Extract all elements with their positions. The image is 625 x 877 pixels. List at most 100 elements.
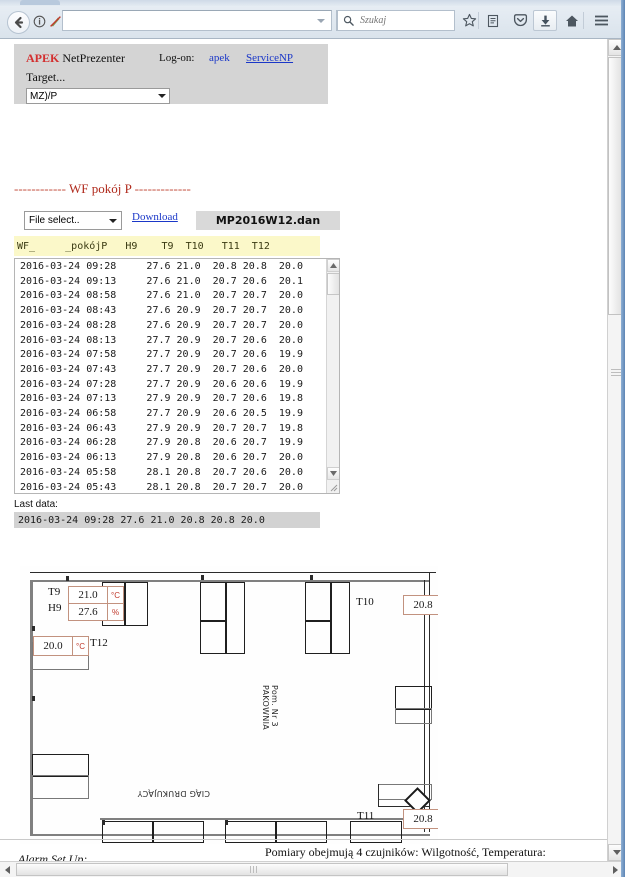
sensor-label-h9: H9 <box>48 602 62 614</box>
file-select-value: File select.. <box>29 215 80 226</box>
sensor-row-h9: 27.6 % <box>69 603 123 620</box>
browser-toolbar <box>0 0 625 39</box>
brand-product: NetPrezenter <box>59 51 125 65</box>
sensor-readout-t12[interactable]: 20.0 °C <box>33 636 89 656</box>
plan-tick <box>201 575 204 580</box>
scroll-down-button[interactable] <box>327 467 339 480</box>
chevron-down-icon <box>158 94 166 98</box>
menu-button[interactable] <box>589 10 613 31</box>
logon-label: Log-on: <box>159 52 195 64</box>
back-arrow-icon <box>14 16 24 29</box>
heading-dashes-left: ------------ <box>14 181 69 196</box>
plan-object <box>395 686 432 710</box>
brand-apek: APEK <box>26 51 60 65</box>
caret-up-icon <box>330 263 337 268</box>
search-bar[interactable] <box>337 10 455 31</box>
plan-object <box>395 708 432 724</box>
sensor-value-t9: 21.0 <box>78 589 98 601</box>
reader-view-button[interactable] <box>481 10 505 31</box>
sensor-unit-t9: °C <box>107 587 123 603</box>
brand: APEK NetPrezenter <box>26 51 125 66</box>
sensor-label-t10: T10 <box>356 596 374 608</box>
back-button[interactable] <box>7 11 30 34</box>
tracking-protection-disabled-icon[interactable] <box>49 15 62 28</box>
caret-down-icon <box>612 850 621 855</box>
scroll-up-button[interactable] <box>327 259 339 272</box>
plan-tick <box>32 626 35 631</box>
plan-object <box>305 620 332 654</box>
sensor-label-t9: T9 <box>48 586 61 598</box>
caret-left-icon <box>5 865 10 874</box>
plan-object <box>200 582 227 622</box>
search-icon <box>343 15 354 26</box>
data-table-rows: 2016-03-24 09:28 27.6 21.0 20.8 20.8 20.… <box>20 261 303 493</box>
plan-object <box>32 775 89 799</box>
browser-tab[interactable] <box>20 0 60 5</box>
corridor-label: CIĄG DRUKUJĄCY <box>137 789 210 798</box>
sensor-unit-t12: °C <box>72 637 88 655</box>
target-select-value: MZ)/P <box>30 90 58 102</box>
sensor-value-t12: 20.0 <box>43 640 63 652</box>
home-button[interactable] <box>560 10 584 31</box>
plan-wall-top-outer <box>30 572 436 573</box>
download-link[interactable]: Download <box>132 211 178 223</box>
sensor-value-t10: 20.8 <box>413 599 433 611</box>
page-hscroll-thumb[interactable] <box>16 863 508 876</box>
plan-tick <box>310 575 313 580</box>
plan-tick <box>66 576 69 581</box>
heading-title: WF pokój P <box>68 181 132 196</box>
last-data-label: Last data: <box>14 499 58 510</box>
description-line-1: Pomiary obejmują 4 czujników: Wilgotność… <box>265 845 546 859</box>
url-bar[interactable] <box>62 10 332 31</box>
last-data-value: 2016-03-24 09:28 27.6 21.0 20.8 20.8 20.… <box>14 512 320 528</box>
data-table-scrollbar[interactable] <box>326 259 339 493</box>
page-horizontal-scrollbar[interactable] <box>0 861 625 877</box>
toolbar-separator-2 <box>583 12 584 29</box>
page-scroll-left-button[interactable] <box>0 862 15 877</box>
resize-grip-icon[interactable] <box>328 482 338 492</box>
toolbar-separator <box>478 12 479 29</box>
scroll-thumb[interactable] <box>327 273 339 295</box>
page-content: APEK NetPrezenter Log-on: apek ServiceNP… <box>0 39 607 877</box>
plan-object <box>330 582 350 654</box>
chevron-down-icon <box>109 218 117 223</box>
table-header: WF_ _pokójP H9 T9 T10 T11 T12 <box>14 236 320 256</box>
service-np-link[interactable]: ServiceNP <box>246 52 293 64</box>
target-select[interactable]: MZ)/P <box>26 88 170 104</box>
plan-object <box>200 620 227 654</box>
page-info-icon[interactable] <box>33 15 46 28</box>
sensor-readout-t10[interactable]: 20.8 °C <box>403 595 438 615</box>
file-select[interactable]: File select.. <box>24 211 122 230</box>
downloads-icon <box>540 15 550 27</box>
plan-tick <box>32 696 35 701</box>
tab-strip-edge <box>0 0 625 6</box>
section-heading: ------------ WF pokój P ------------- <box>14 181 334 197</box>
url-history-dropdown-icon[interactable] <box>317 18 325 23</box>
data-table-frame: 2016-03-24 09:28 27.6 21.0 20.8 20.8 20.… <box>14 258 340 494</box>
room-label-line2: PAKOWNIA <box>261 685 270 731</box>
identity-box[interactable] <box>33 13 62 30</box>
sensor-readout-t11[interactable]: 20.8 °C <box>403 809 438 829</box>
filename-display: MP2016W12.dan <box>196 211 340 230</box>
divider <box>0 839 607 840</box>
caret-up-icon <box>612 45 621 50</box>
plan-object <box>225 582 245 654</box>
heading-dashes-right: ------------- <box>131 181 191 196</box>
downloads-button[interactable] <box>533 10 557 31</box>
plan-tick <box>225 820 228 825</box>
sensor-readout-t9h9[interactable]: 21.0 °C 27.6 % <box>68 586 124 621</box>
sensor-label-t12: T12 <box>90 637 108 649</box>
pocket-button[interactable] <box>508 10 532 31</box>
plan-wall-bottom <box>100 818 432 820</box>
plan-object <box>378 784 379 806</box>
search-input[interactable] <box>358 14 450 27</box>
logon-user: apek <box>209 52 230 64</box>
plan-object <box>305 582 332 622</box>
sensor-unit-h9: % <box>107 604 123 620</box>
app-header-panel: APEK NetPrezenter Log-on: apek ServiceNP… <box>14 44 328 104</box>
window-edge <box>621 0 625 877</box>
reader-view-icon <box>487 14 499 27</box>
pocket-icon <box>513 14 527 27</box>
sensor-value-t11: 20.8 <box>413 813 433 825</box>
target-label: Target... <box>26 70 66 84</box>
